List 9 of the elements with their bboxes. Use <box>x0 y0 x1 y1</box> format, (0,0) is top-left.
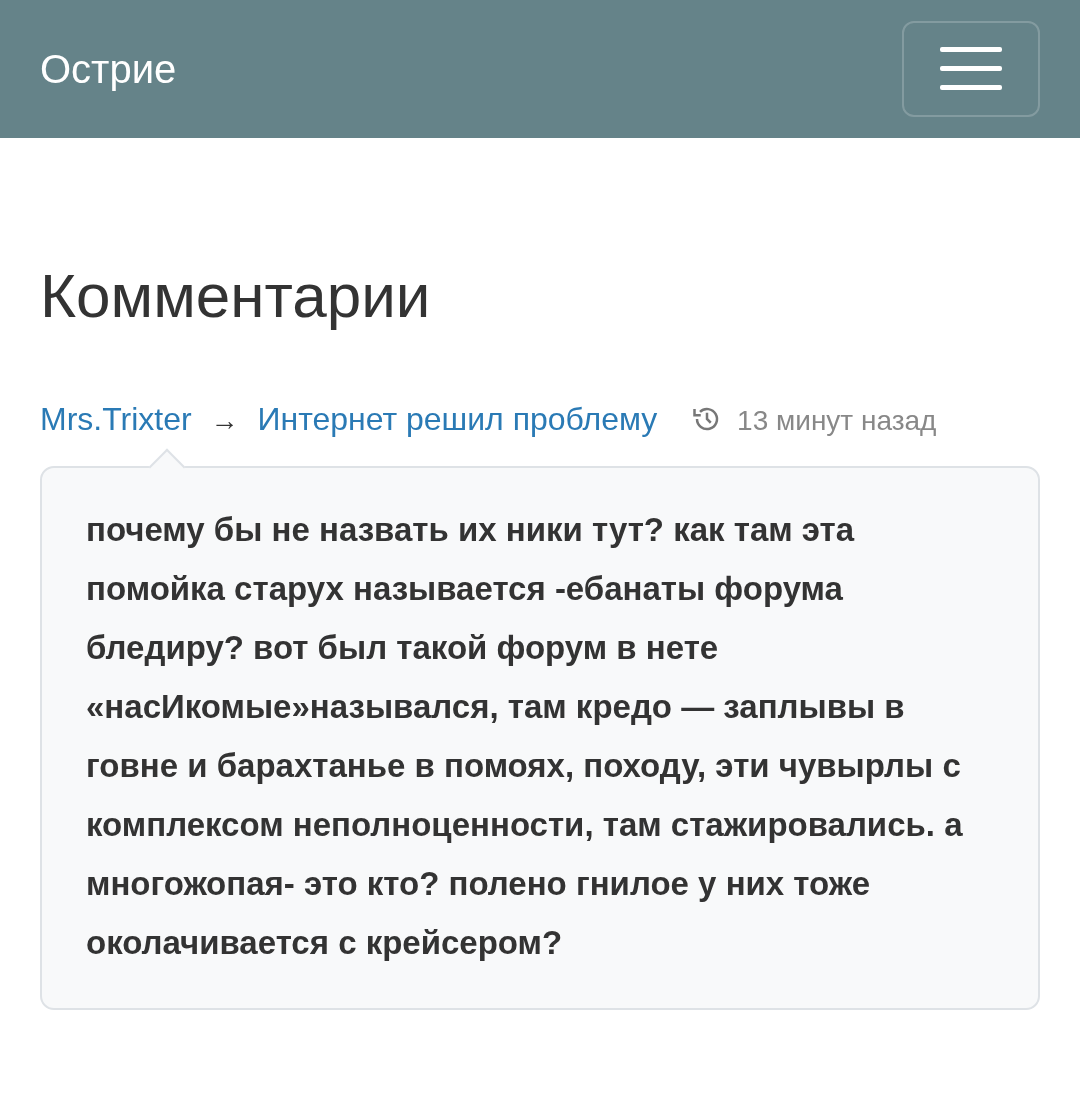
site-title[interactable]: Острие <box>40 46 177 92</box>
comment-text: почему бы не назвать их ники тут? как там эта помойка старух называется -ебанаты форума бледиру? вот был такой форум в нете «насИкомые»назывался, там кредо — заплывы в говне и барахтанье в помоях, походу, эти чувырлы с комплексом неполноценности, там стажировались. а многожопая- это кто? полено гнилое у них тоже околачивается с крейсером? <box>86 510 964 963</box>
menu-icon <box>940 47 1002 91</box>
post-link[interactable]: Интернет решил проблему <box>257 401 658 437</box>
menu-button[interactable] <box>902 21 1040 117</box>
comment-time: 13 минут назад <box>737 405 937 436</box>
page-heading: Комментарии <box>40 260 432 332</box>
arrow-text: → <box>210 405 239 436</box>
author-link[interactable]: Mrs.Trixter <box>40 401 192 437</box>
